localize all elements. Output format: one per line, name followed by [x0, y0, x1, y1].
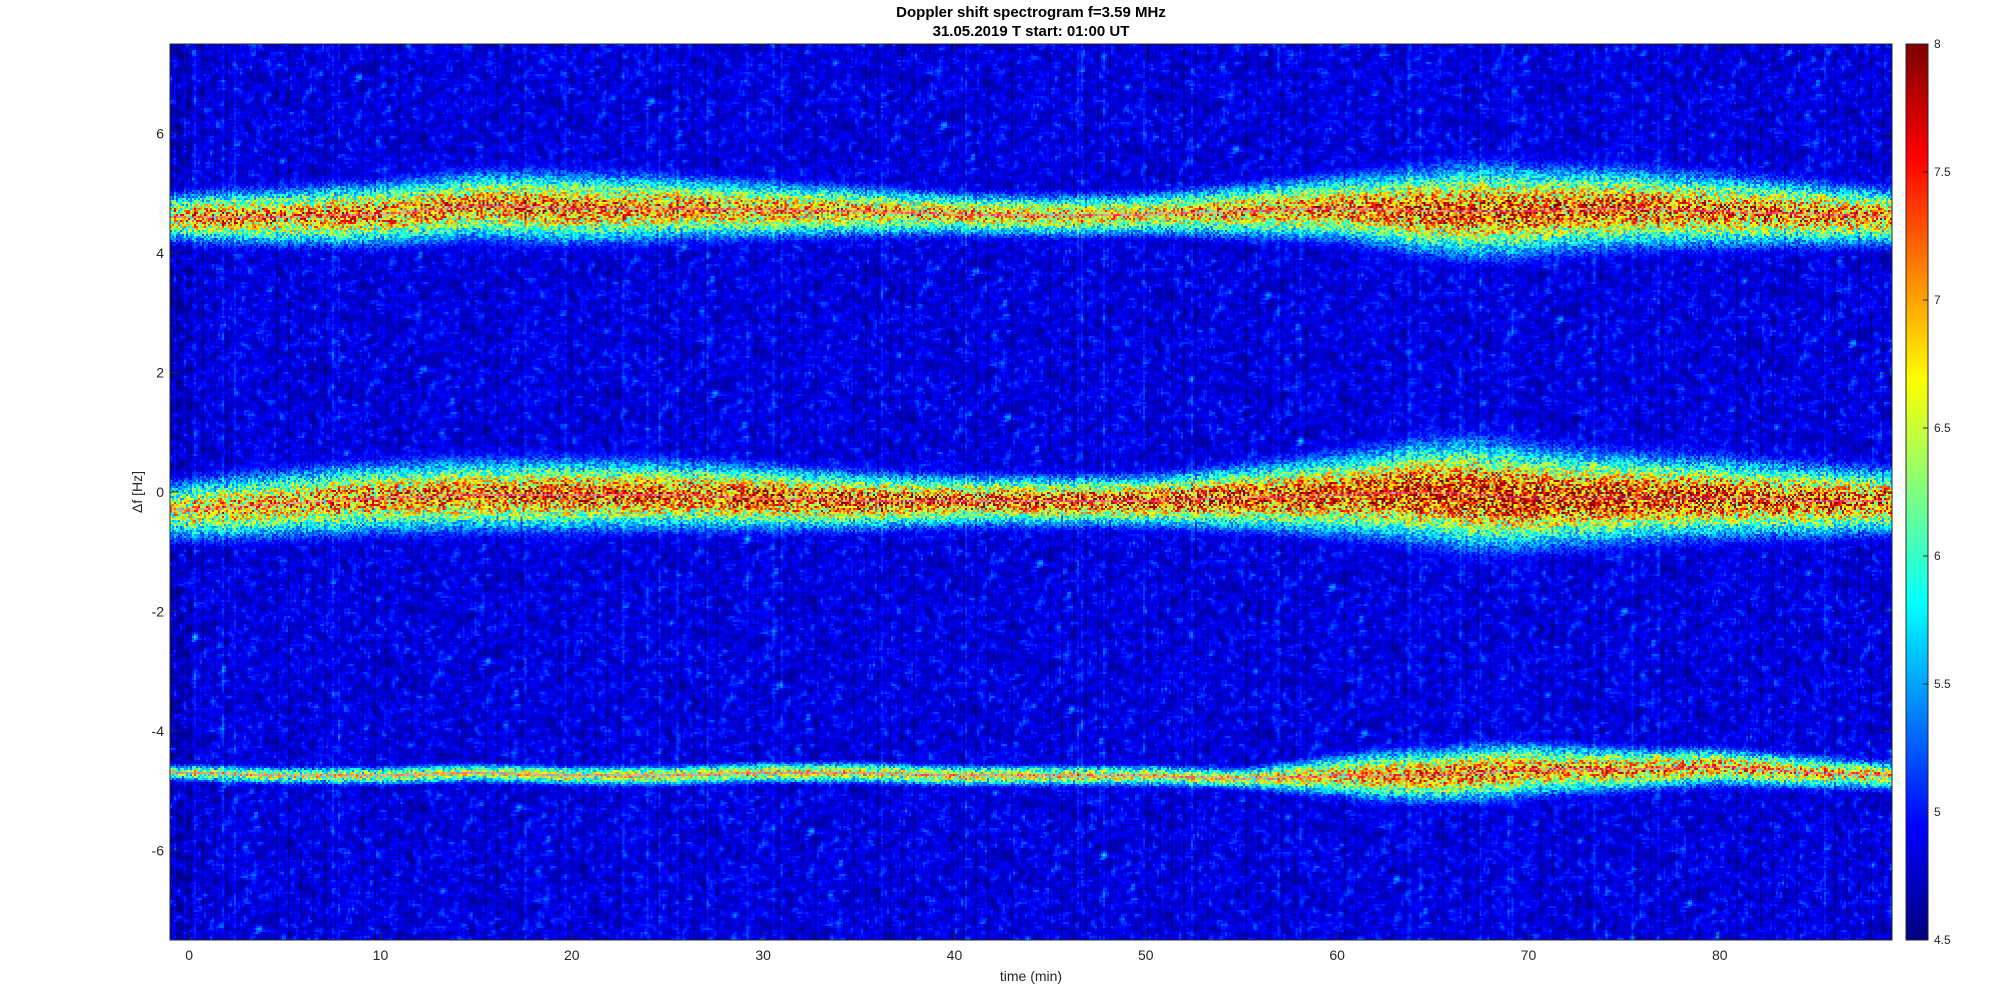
x-axis-label: time (min)	[1000, 968, 1062, 984]
y-tick-label: -4	[152, 723, 165, 739]
colorbar-frame	[1905, 43, 1929, 941]
colorbar-tick-label: 8	[1934, 37, 1941, 51]
colorbar-tick-label: 6	[1934, 549, 1941, 563]
y-tick-label: -2	[152, 603, 165, 619]
axes-overlay: 0 10 20 30 40 50 60 70 80 -6 -4 -2 0 2 4 6 4.5 5 5.5 6 6.5…	[129, 37, 1951, 984]
colorbar-tick-label: 7.5	[1934, 165, 1951, 179]
y-tick-label: 2	[156, 365, 164, 381]
figure: Doppler shift spectrogram f=3.59 MHz 31.…	[0, 0, 2000, 1003]
x-tick-label: 10	[373, 947, 389, 963]
x-tick-label: 0	[185, 947, 193, 963]
y-tick-label: 6	[156, 126, 164, 142]
x-tick-label: 60	[1329, 947, 1345, 963]
colorbar-tick-label: 5	[1934, 805, 1941, 819]
x-tick-label: 40	[947, 947, 963, 963]
plot-frame	[169, 43, 1893, 941]
x-tick-label: 20	[564, 947, 580, 963]
y-tick-label: 0	[156, 484, 164, 500]
x-tick-label: 80	[1712, 947, 1728, 963]
colorbar-tick-label: 4.5	[1934, 933, 1951, 947]
x-tick-label: 70	[1521, 947, 1537, 963]
colorbar-tick-label: 6.5	[1934, 421, 1951, 435]
colorbar-tick-label: 7	[1934, 293, 1941, 307]
y-tick-label: 4	[156, 245, 164, 261]
y-tick-label: -6	[152, 842, 165, 858]
colorbar-tick-label: 5.5	[1934, 677, 1951, 691]
x-tick-label: 30	[755, 947, 771, 963]
y-axis-label: Δf [Hz]	[129, 471, 145, 513]
x-tick-label: 50	[1138, 947, 1154, 963]
